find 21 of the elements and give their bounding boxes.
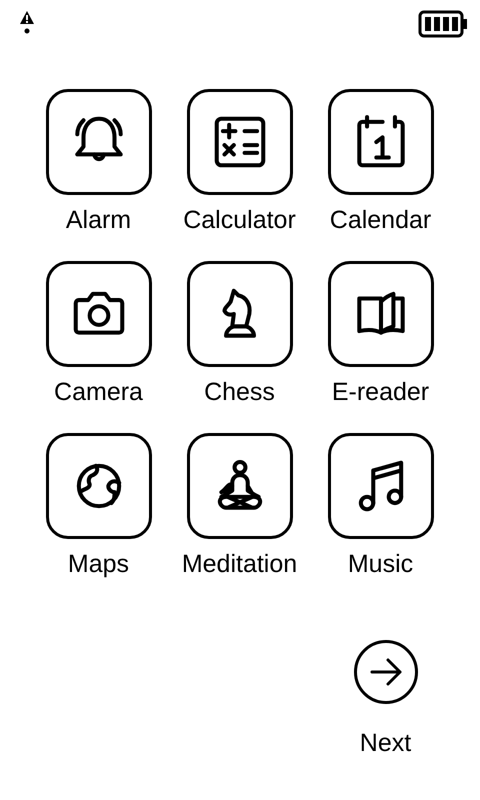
app-tile[interactable] bbox=[328, 89, 434, 195]
app-tile[interactable] bbox=[46, 89, 152, 195]
app-label: Calculator bbox=[183, 205, 296, 235]
app-label: E-reader bbox=[332, 377, 430, 407]
app-label: Meditation bbox=[182, 549, 298, 579]
app-tile[interactable] bbox=[328, 261, 434, 367]
app-tile[interactable] bbox=[46, 261, 152, 367]
battery-icon bbox=[418, 10, 468, 38]
arrow-right-icon bbox=[368, 657, 402, 687]
app-tile[interactable] bbox=[328, 433, 434, 539]
app-label: Alarm bbox=[66, 205, 132, 235]
app-label: Camera bbox=[54, 377, 143, 407]
next-label: Next bbox=[360, 728, 412, 758]
app-tile[interactable] bbox=[186, 261, 292, 367]
app-label: Maps bbox=[68, 549, 130, 579]
app-label: Calendar bbox=[330, 205, 432, 235]
app-tile[interactable] bbox=[186, 89, 292, 195]
app-label: Chess bbox=[204, 377, 275, 407]
app-tile[interactable] bbox=[46, 433, 152, 539]
app-tile[interactable] bbox=[186, 433, 292, 539]
app-label: Music bbox=[348, 549, 414, 579]
